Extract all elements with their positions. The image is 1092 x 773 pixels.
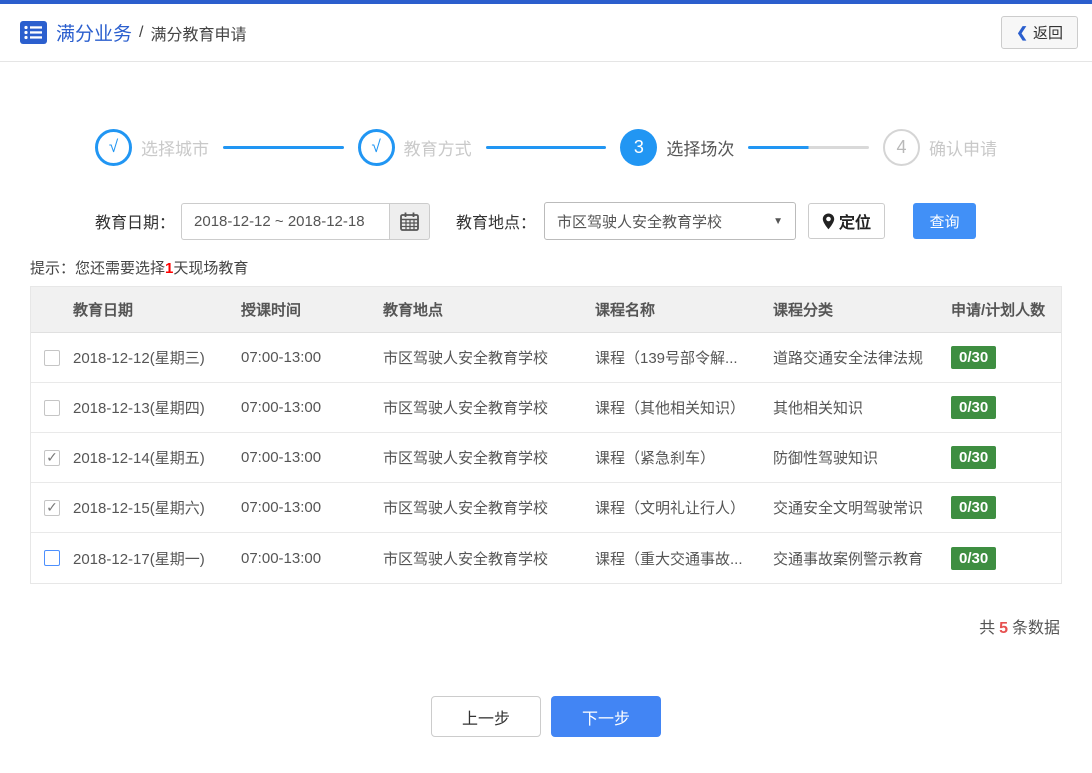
table-header-row: 教育日期 授课时间 教育地点 课程名称 课程分类 申请/计划人数 xyxy=(31,287,1061,333)
cell-course: 课程（其他相关知识） xyxy=(595,400,746,417)
cell-course: 课程（重大交通事故... xyxy=(595,550,743,568)
step-1-label: 选择城市 xyxy=(141,139,209,159)
cell-place: 市区驾驶人安全教育学校 xyxy=(383,500,549,517)
cell-category: 防御性驾驶知识 xyxy=(773,450,879,467)
cell-time: 07:00-13:00 xyxy=(241,399,322,416)
step-connector xyxy=(223,145,344,149)
row-checkbox[interactable]: ✓ xyxy=(44,449,60,466)
col-header-count: 申请/计划人数 xyxy=(951,302,1046,319)
cell-time: 07:00-13:00 xyxy=(241,549,322,567)
row-checkbox[interactable] xyxy=(44,399,60,416)
step-4-circle: 4 xyxy=(883,128,921,166)
hint-text: 提示：您还需要选择1天现场教育 xyxy=(30,257,1092,278)
location-select[interactable]: 市区驾驶人安全教育学校 ▼ xyxy=(544,202,797,240)
cell-date: 2018-12-13(星期四) xyxy=(73,400,205,417)
back-button-label: 返回 xyxy=(1032,25,1063,42)
breadcrumb-secondary: 满分教育申请 xyxy=(150,26,247,44)
date-range-group xyxy=(181,202,431,240)
cell-place: 市区驾驶人安全教育学校 xyxy=(383,450,549,467)
date-range-input[interactable] xyxy=(181,202,390,240)
cell-time: 07:00-13:00 xyxy=(241,349,322,366)
step-education-mode: √ 教育方式 xyxy=(357,128,472,166)
step-connector xyxy=(748,145,870,149)
count-badge: 0/30 xyxy=(951,396,997,419)
col-header-category: 课程分类 xyxy=(773,302,834,319)
cell-date: 2018-12-12(星期三) xyxy=(73,350,205,367)
record-count: 共 5 条数据 xyxy=(0,614,1060,638)
cell-category: 交通安全文明驾驶常识 xyxy=(773,500,924,517)
cell-course: 课程（文明礼让行人） xyxy=(595,500,746,517)
cell-time: 07:00-13:00 xyxy=(241,449,322,466)
table-row: 2018-12-17(星期一) 07:00-13:00 市区驾驶人安全教育学校 … xyxy=(31,533,1061,583)
wizard-footer: 上一步 下一步 xyxy=(0,696,1092,737)
step-select-city: √ 选择城市 xyxy=(95,128,209,166)
record-count-number: 5 xyxy=(999,620,1008,637)
count-badge: 0/30 xyxy=(951,446,997,469)
locate-button[interactable]: 定位 xyxy=(808,203,886,239)
breadcrumb-separator: / xyxy=(139,23,144,41)
cell-time: 07:00-13:00 xyxy=(241,499,322,516)
record-count-suffix: 条数据 xyxy=(1011,620,1060,637)
cell-date: 2018-12-14(星期五) xyxy=(73,450,205,467)
previous-step-button[interactable]: 上一步 xyxy=(431,696,541,737)
col-header-date: 教育日期 xyxy=(73,302,134,319)
cell-course: 课程（紧急刹车） xyxy=(595,450,716,467)
cell-category: 交通事故案例警示教育 xyxy=(773,550,924,568)
cell-place: 市区驾驶人安全教育学校 xyxy=(383,400,549,417)
count-badge: 0/30 xyxy=(951,346,997,369)
chevron-down-icon: ▼ xyxy=(773,215,784,227)
session-table: 教育日期 授课时间 教育地点 课程名称 课程分类 申请/计划人数 2018-12… xyxy=(30,286,1062,584)
next-step-button[interactable]: 下一步 xyxy=(551,696,661,737)
cell-category: 其他相关知识 xyxy=(773,400,864,417)
query-button[interactable]: 查询 xyxy=(913,203,977,239)
step-indicator: √ 选择城市 √ 教育方式 3 选择场次 4 确认申请 xyxy=(0,128,1092,166)
calendar-button[interactable] xyxy=(389,202,431,240)
step-3-circle: 3 xyxy=(620,128,658,166)
step-4-label: 确认申请 xyxy=(929,139,998,159)
step-connector xyxy=(485,145,607,149)
step-select-session: 3 选择场次 xyxy=(620,128,735,166)
page-header: 满分业务 / 满分教育申请 ❮ 返回 xyxy=(0,4,1092,62)
count-badge: 0/30 xyxy=(951,496,997,519)
hint-prefix: 提示：您还需要选择 xyxy=(30,260,166,277)
col-header-place: 教育地点 xyxy=(383,302,444,319)
row-checkbox[interactable] xyxy=(44,550,60,566)
filter-bar: 教育日期： 教育地点： 市区驾驶人安全教育学校 ▼ 定位 查询 xyxy=(95,202,1092,240)
step-1-circle: √ xyxy=(95,128,132,166)
chevron-left-icon: ❮ xyxy=(1016,24,1028,40)
breadcrumb-primary[interactable]: 满分业务 xyxy=(56,19,132,46)
cell-place: 市区驾驶人安全教育学校 xyxy=(383,550,549,568)
count-badge: 0/30 xyxy=(951,546,997,570)
table-row: 2018-12-13(星期四) 07:00-13:00 市区驾驶人安全教育学校 … xyxy=(31,383,1061,433)
location-pin-icon xyxy=(822,213,835,229)
step-2-circle: √ xyxy=(357,128,395,166)
location-select-value: 市区驾驶人安全教育学校 xyxy=(557,213,723,231)
row-checkbox[interactable] xyxy=(44,349,60,366)
back-button[interactable]: ❮ 返回 xyxy=(1001,16,1078,49)
cell-date: 2018-12-17(星期一) xyxy=(73,550,205,568)
table-row: 2018-12-12(星期三) 07:00-13:00 市区驾驶人安全教育学校 … xyxy=(31,333,1061,383)
step-confirm-application: 4 确认申请 xyxy=(883,128,998,166)
hint-suffix: 天现场教育 xyxy=(173,260,249,277)
record-count-prefix: 共 xyxy=(979,620,996,637)
cell-category: 道路交通安全法律法规 xyxy=(773,350,924,367)
list-icon xyxy=(20,21,47,44)
table-row: ✓ 2018-12-15(星期六) 07:00-13:00 市区驾驶人安全教育学… xyxy=(31,483,1061,533)
cell-course: 课程（139号部令解... xyxy=(595,350,738,367)
step-3-label: 选择场次 xyxy=(666,139,735,159)
col-header-time: 授课时间 xyxy=(241,302,302,319)
calendar-icon xyxy=(400,212,419,231)
row-checkbox[interactable]: ✓ xyxy=(44,499,60,516)
col-header-course: 课程名称 xyxy=(595,302,656,319)
cell-date: 2018-12-15(星期六) xyxy=(73,500,205,517)
cell-place: 市区驾驶人安全教育学校 xyxy=(383,350,549,367)
date-label: 教育日期： xyxy=(95,215,176,232)
locate-button-label: 定位 xyxy=(839,215,872,232)
location-label: 教育地点： xyxy=(456,215,537,232)
table-row: ✓ 2018-12-14(星期五) 07:00-13:00 市区驾驶人安全教育学… xyxy=(31,433,1061,483)
step-2-label: 教育方式 xyxy=(403,139,472,159)
